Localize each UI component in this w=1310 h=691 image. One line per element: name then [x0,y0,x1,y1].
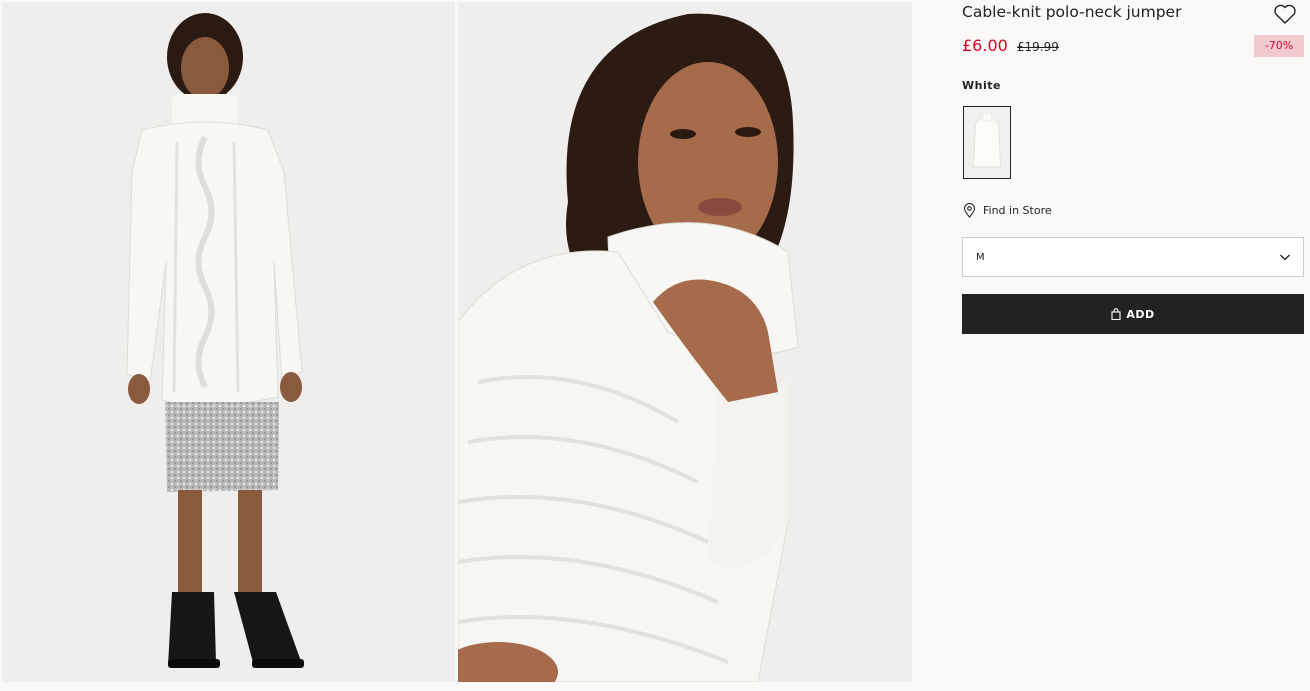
shopping-bag-icon [1111,308,1121,320]
model-close-up-illustration [458,2,912,682]
product-image-close-up[interactable] [458,2,912,682]
location-pin-icon [963,203,976,218]
find-in-store-link[interactable]: Find in Store [963,203,1052,218]
heart-icon [1274,4,1296,24]
model-full-body-illustration [2,2,455,682]
add-to-bag-button[interactable]: ADD [962,294,1304,334]
colour-name: White [962,79,1001,92]
price-row: £6.00 £19.99 [962,36,1059,55]
product-image-full-body[interactable] [2,2,455,682]
sale-price: £6.00 [962,36,1008,55]
find-in-store-label: Find in Store [983,204,1052,217]
discount-badge: -70% [1254,35,1304,57]
chevron-down-icon [1280,254,1290,261]
size-selected-value: M [976,252,985,263]
original-price: £19.99 [1016,40,1059,54]
colour-swatch-white[interactable] [963,106,1011,179]
favourite-button[interactable] [1273,3,1297,25]
swatch-thumbnail-image [964,107,1010,178]
product-title: Cable-knit polo-neck jumper [962,3,1182,21]
size-select[interactable]: M [962,237,1304,277]
add-to-bag-label: ADD [1126,307,1155,321]
product-page: Cable-knit polo-neck jumper £6.00 £19.99… [0,0,1310,691]
